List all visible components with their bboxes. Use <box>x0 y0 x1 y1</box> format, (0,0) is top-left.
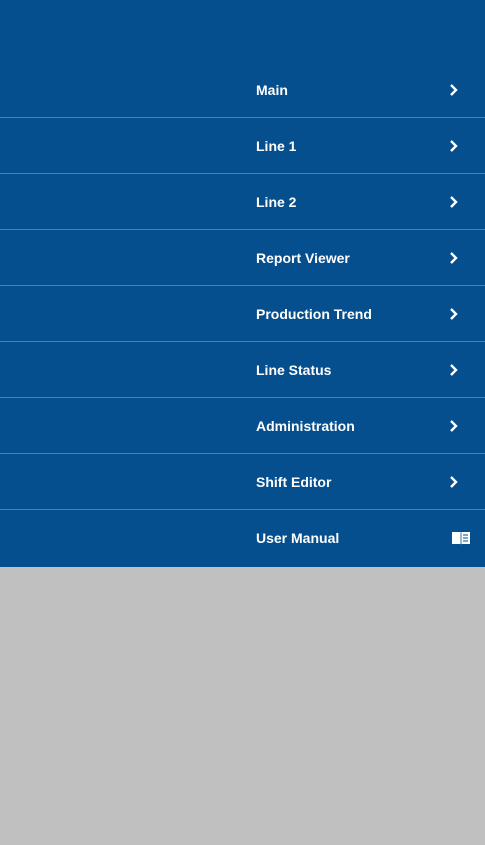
menu-item-label: Line 2 <box>256 193 297 210</box>
menu-item-line-status[interactable]: Line Status <box>0 342 485 398</box>
menu-item-label: Main <box>256 81 288 98</box>
menu-item-main[interactable]: Main <box>0 62 485 118</box>
menu-item-label: Production Trend <box>256 305 372 322</box>
chevron-right-icon <box>450 139 458 152</box>
menu-item-label: Line Status <box>256 361 332 378</box>
menu-item-line-1[interactable]: Line 1 <box>0 118 485 174</box>
menu-item-production-trend[interactable]: Production Trend <box>0 286 485 342</box>
menu-header <box>0 0 485 62</box>
menu-item-report-viewer[interactable]: Report Viewer <box>0 230 485 286</box>
chevron-right-icon <box>450 83 458 96</box>
menu-list: Main Line 1 Line 2 Report Viewer Product… <box>0 62 485 566</box>
menu-item-label: User Manual <box>256 530 340 546</box>
chevron-right-icon <box>450 419 458 432</box>
menu-item-label: Report Viewer <box>256 249 350 266</box>
chevron-right-icon <box>450 363 458 376</box>
menu-item-user-manual[interactable]: User Manual <box>0 510 485 566</box>
navigation-menu: Main Line 1 Line 2 Report Viewer Product… <box>0 0 485 567</box>
menu-item-label: Administration <box>256 417 355 434</box>
menu-item-administration[interactable]: Administration <box>0 398 485 454</box>
chevron-right-icon <box>450 195 458 208</box>
chevron-right-icon <box>450 307 458 320</box>
menu-item-shift-editor[interactable]: Shift Editor <box>0 454 485 510</box>
content-area <box>0 567 485 845</box>
menu-item-label: Shift Editor <box>256 473 332 490</box>
chevron-right-icon <box>450 251 458 264</box>
menu-item-line-2[interactable]: Line 2 <box>0 174 485 230</box>
menu-item-label: Line 1 <box>256 137 297 154</box>
chevron-right-icon <box>450 475 458 488</box>
book-icon <box>452 532 470 545</box>
